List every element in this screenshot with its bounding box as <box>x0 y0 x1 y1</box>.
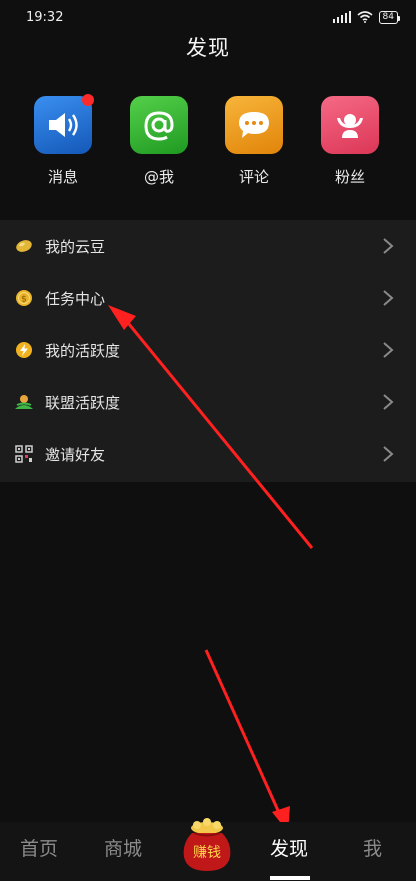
menu-item-task-center[interactable]: $ 任务中心 <box>0 272 416 324</box>
shortcut-label: 粉丝 <box>334 168 365 186</box>
tab-discover[interactable]: 发现 <box>270 834 308 861</box>
tab-mall[interactable]: 商城 <box>104 834 142 861</box>
tab-me[interactable]: 我 <box>363 834 382 861</box>
shortcut-mentions[interactable]: @我 <box>124 96 194 187</box>
alliance-icon <box>14 392 34 412</box>
shortcut-label: @我 <box>143 168 174 186</box>
shortcut-messages[interactable]: 消息 <box>28 94 98 187</box>
menu-item-label: 联盟活跃度 <box>45 393 121 412</box>
status-icons: 84 <box>332 10 401 24</box>
bean-icon <box>14 236 34 256</box>
menu-item-label: 我的活跃度 <box>45 341 121 360</box>
coin-icon: $ <box>14 288 34 308</box>
arrow-to-discover-tab <box>204 649 290 832</box>
active-tab-indicator <box>270 876 310 880</box>
speaker-icon <box>34 94 94 154</box>
shortcut-label: 消息 <box>47 168 78 186</box>
at-icon <box>130 96 188 154</box>
chevron-right-icon <box>383 446 394 462</box>
qrcode-icon <box>14 444 34 464</box>
menu-item-label: 我的云豆 <box>45 237 106 256</box>
shortcut-comments[interactable]: 评论 <box>219 96 289 187</box>
chevron-right-icon <box>383 394 394 410</box>
status-bar: 19:32 84 <box>0 0 416 34</box>
bottom-tab-bar: 首页 商城 赚钱 发现 我 <box>0 818 416 881</box>
chevron-right-icon <box>383 342 394 358</box>
tab-earn[interactable]: 赚钱 <box>178 816 236 874</box>
signal-icon <box>332 11 351 23</box>
shortcut-fans[interactable]: 粉丝 <box>315 96 385 187</box>
menu-item-label: 任务中心 <box>45 289 106 308</box>
chevron-right-icon <box>383 290 394 306</box>
svg-text:$: $ <box>21 295 27 305</box>
tab-home[interactable]: 首页 <box>20 834 58 861</box>
chevron-right-icon <box>383 238 394 254</box>
menu-item-invite-friends[interactable]: 邀请好友 <box>0 428 416 480</box>
fans-icon <box>321 96 379 154</box>
discover-menu: 我的云豆 $ 任务中心 我的活跃度 联盟活跃度 邀请好友 <box>0 220 416 482</box>
battery-icon: 84 <box>378 10 401 24</box>
shortcut-label: 评论 <box>238 168 269 186</box>
shortcut-grid: 消息 @我 评论 粉丝 <box>0 94 416 196</box>
menu-item-my-activity[interactable]: 我的活跃度 <box>0 324 416 376</box>
wifi-icon <box>357 11 373 23</box>
menu-item-label: 邀请好友 <box>45 445 106 464</box>
earn-label: 赚钱 <box>193 845 221 861</box>
battery-level: 84 <box>382 11 394 22</box>
menu-item-cloud-beans[interactable]: 我的云豆 <box>0 220 416 272</box>
comment-icon <box>225 96 283 154</box>
unread-badge <box>82 94 94 106</box>
page-title: 发现 <box>186 36 230 60</box>
status-time: 19:32 <box>26 9 64 25</box>
lightning-icon <box>14 340 34 360</box>
menu-item-alliance-activity[interactable]: 联盟活跃度 <box>0 376 416 428</box>
